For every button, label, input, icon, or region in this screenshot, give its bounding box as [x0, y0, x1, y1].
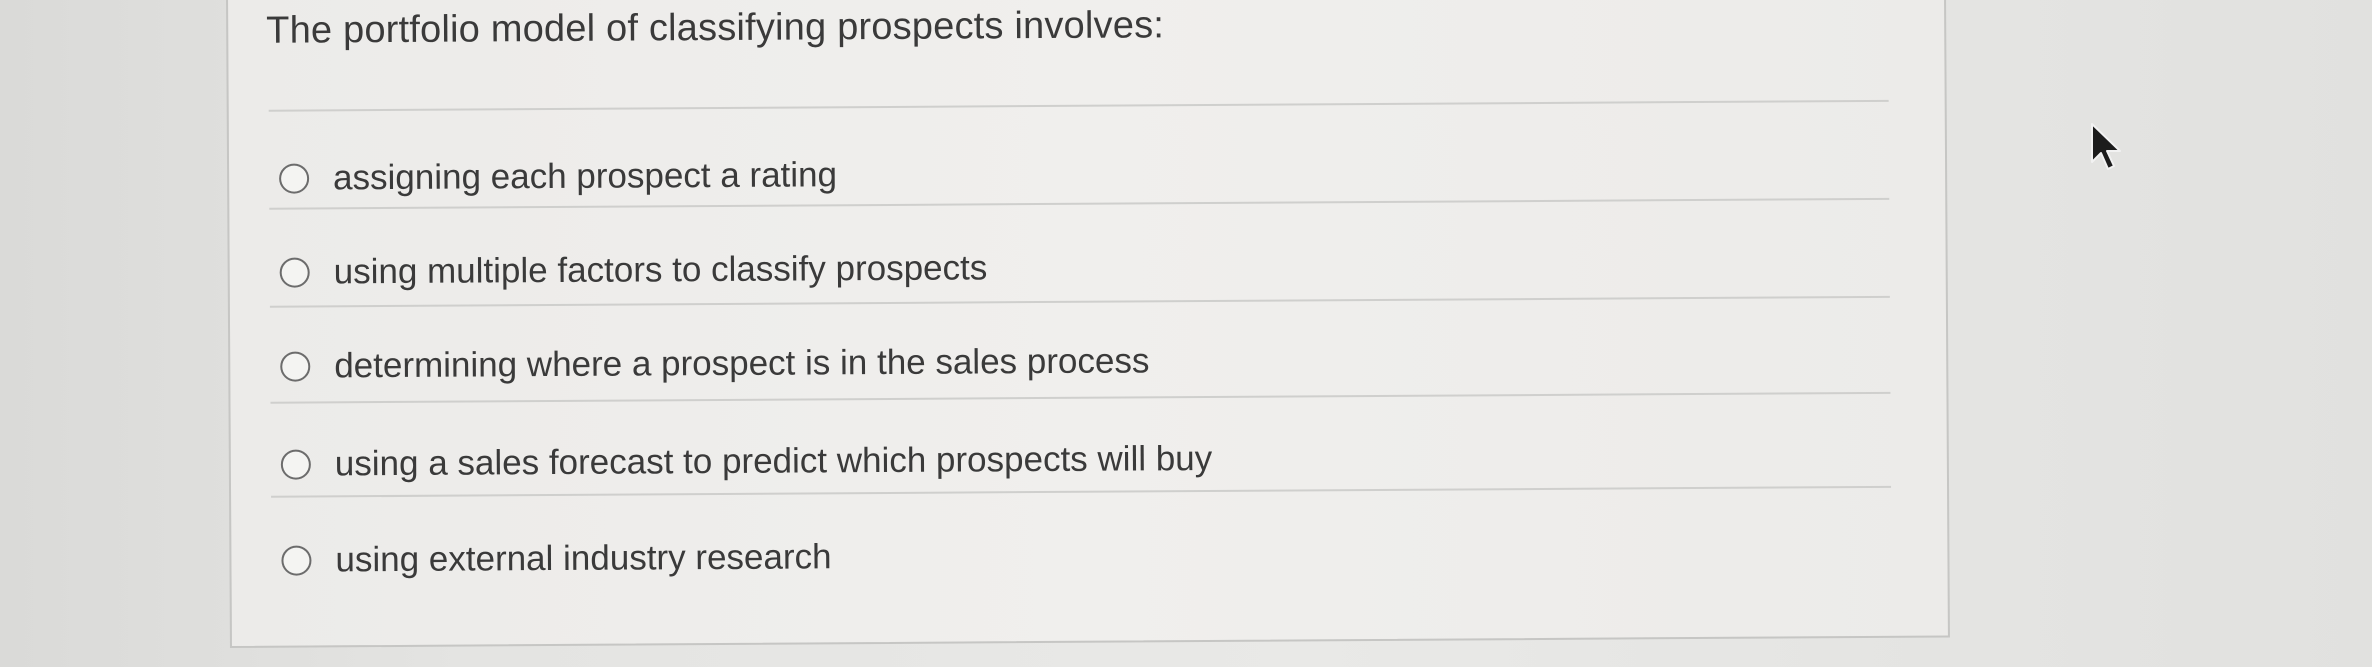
radio-button-icon[interactable]	[280, 351, 311, 382]
answer-option-3[interactable]: determining where a prospect is in the s…	[272, 322, 1872, 402]
answer-option-label: assigning each prospect a rating	[332, 155, 838, 198]
answer-option-label: using a sales forecast to predict which …	[334, 438, 1213, 484]
radio-button-icon[interactable]	[279, 257, 310, 288]
radio-button-icon[interactable]	[280, 449, 311, 480]
radio-button-icon[interactable]	[281, 545, 312, 576]
divider	[268, 99, 1889, 112]
answer-option-label: determining where a prospect is in the s…	[334, 341, 1150, 386]
answer-option-label: using external industry research	[335, 537, 832, 580]
answer-option-2[interactable]: using multiple factors to classify prosp…	[271, 228, 1871, 308]
answer-option-1[interactable]: assigning each prospect a rating	[271, 134, 1871, 214]
question-title: The portfolio model of classifying prosp…	[266, 4, 1165, 52]
radio-button-icon[interactable]	[279, 163, 310, 194]
mouse-pointer-icon	[2091, 123, 2121, 170]
question-card: The portfolio model of classifying prosp…	[226, 0, 1950, 648]
answer-option-label: using multiple factors to classify prosp…	[333, 248, 988, 292]
answer-option-5[interactable]: using external industry research	[273, 516, 1873, 596]
